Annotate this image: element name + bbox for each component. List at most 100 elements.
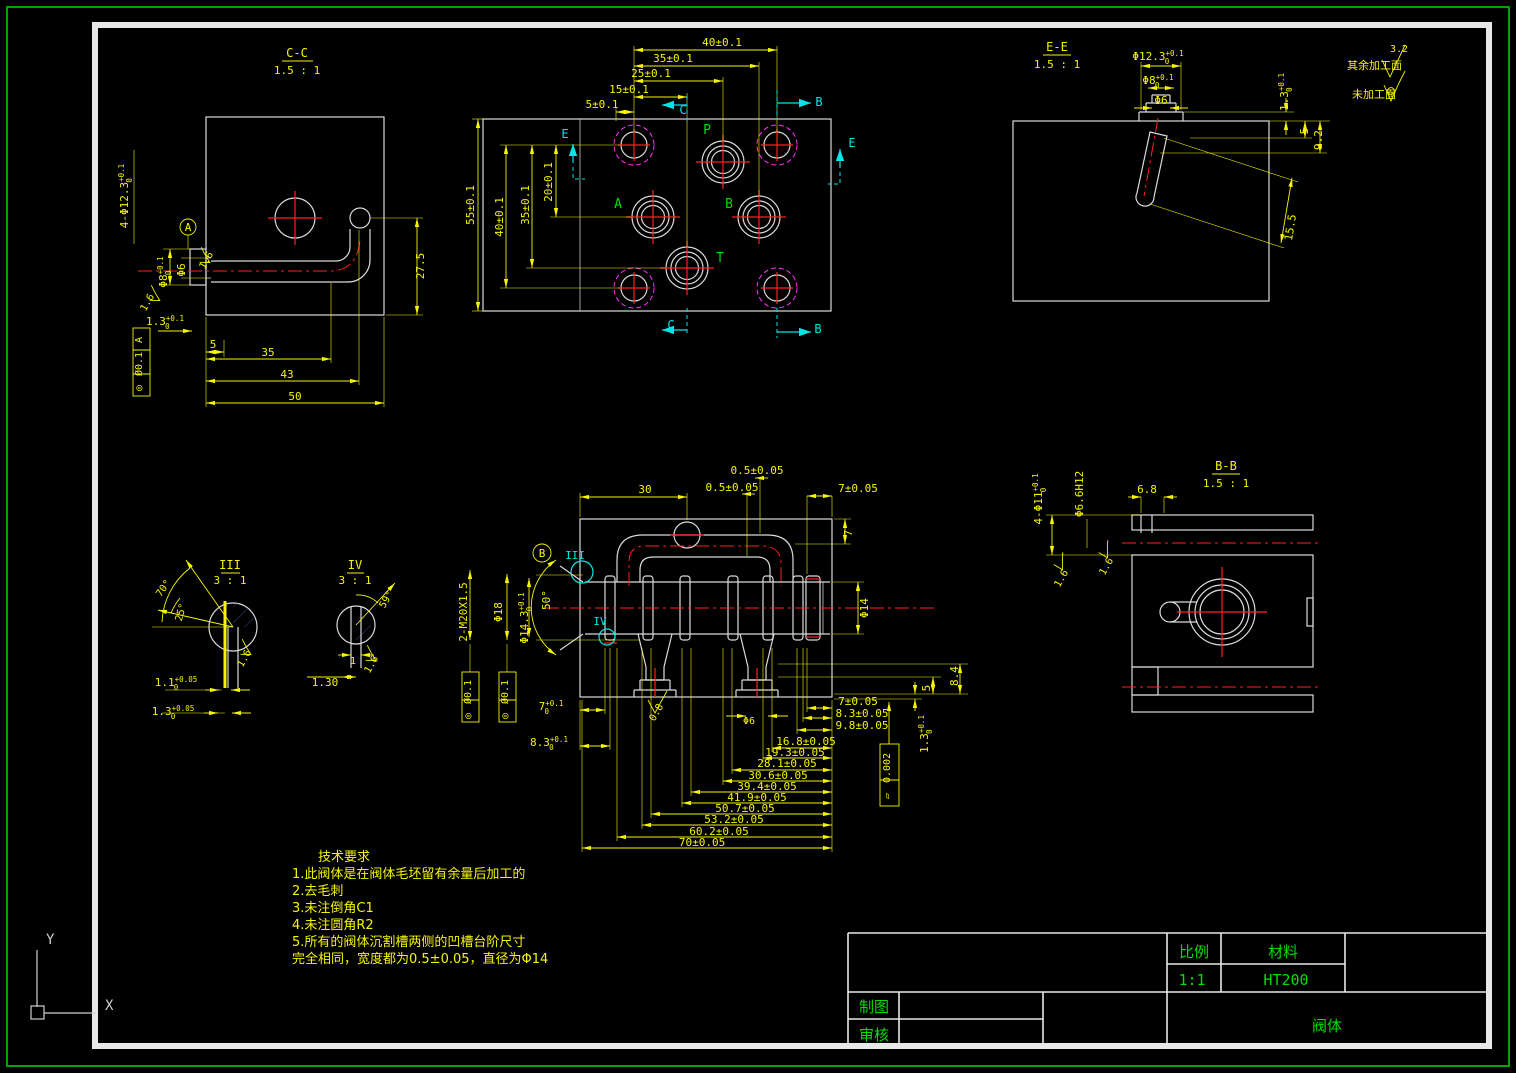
material-value: HT200 <box>1263 971 1308 989</box>
dim-label: 0.5±0.05 <box>706 481 759 494</box>
dim-label: ◎ <box>463 713 474 719</box>
dim-label: ◎ <box>500 713 511 719</box>
tech-requirement-line: 3.未注倒角C1 <box>292 901 374 916</box>
port-p-label: P <box>703 123 711 138</box>
tech-requirement-line: 2.去毛刺 <box>292 884 344 899</box>
dim-label: 40±0.1 <box>493 197 506 237</box>
port-b <box>732 190 786 244</box>
ucs-icon: Y X <box>30 932 114 1020</box>
tech-req-lines: 1.此阀体是在阀体毛坯留有余量后加工的 2.去毛刺 3.未注倒角C1 4.未注圆角R2… <box>292 866 592 968</box>
dim-label: 70° <box>154 578 173 599</box>
port-a <box>626 190 680 244</box>
dim-label: 1.3+0.10 <box>1277 73 1294 111</box>
view-scale-bb: 1.5 : 1 <box>1203 477 1249 490</box>
dim-label: Φ6.6H12 <box>1073 471 1086 517</box>
detail-b-marker-label: B <box>539 547 546 560</box>
dim-label: Ø0.1 <box>133 352 145 376</box>
cad-drawing-canvas: .ob{stroke:#dadada;stroke-width:1.2;fill… <box>0 0 1516 1073</box>
dim-label: 5±0.1 <box>585 98 618 111</box>
scale-value: 1:1 <box>1178 971 1205 989</box>
drafter-label: 制图 <box>859 998 889 1016</box>
dim-label: 35±0.1 <box>653 52 693 65</box>
technical-requirements: 技术要求 1.此阀体是在阀体毛坯留有余量后加工的 2.去毛刺 3.未注倒角C1 4.未… <box>292 849 592 968</box>
view-title-iii: III <box>219 558 241 572</box>
ucs-y-label: Y <box>46 932 55 948</box>
dim-label: Φ8+0.10 <box>1142 73 1173 90</box>
section-b-label: B <box>814 322 821 336</box>
dim-label: 8.4 <box>948 666 961 686</box>
dim-label: Φ12.3+0.1 0 <box>1132 49 1183 66</box>
section-c-label: C <box>667 318 674 332</box>
dim-label: 5 <box>1298 128 1311 135</box>
section-c-label: C <box>679 103 686 117</box>
dim-label: Φ14 <box>858 598 871 618</box>
dim-label: 7+0.1 0 <box>539 699 564 716</box>
dim-label: Ø0.1 <box>499 680 511 704</box>
dim-label: 55±0.1 <box>464 185 477 225</box>
title-block: 比例 材料 1:1 HT200 制图 审核 阀体 <box>847 932 1488 1047</box>
dim-label: 35 <box>261 346 274 359</box>
paper-border <box>6 6 1510 1067</box>
dim-label: 0.8 <box>648 702 667 723</box>
dim-label: 43 <box>280 368 293 381</box>
drawing-sheet: .ob{stroke:#dadada;stroke-width:1.2;fill… <box>6 6 1510 1067</box>
port-b-label: B <box>725 197 733 212</box>
tech-requirement-line: 5.所有的阀体沉割槽两侧的凹槽台阶尺寸 <box>292 935 526 950</box>
scale-label: 比例 <box>1179 943 1209 961</box>
dim-label: 9.8±0.05 <box>836 719 889 732</box>
dim-label: 5 <box>920 685 933 692</box>
dim-label: 20±0.1 <box>542 162 555 202</box>
bottom-port-1 <box>633 633 677 697</box>
dim-label: 6.8 <box>1137 483 1157 496</box>
dim-label: 1.3+0.10 <box>146 314 184 331</box>
section-e-label: E <box>848 136 855 150</box>
dim-label: Φ6 <box>743 716 755 727</box>
tech-requirement-line: 4.未注圆角R2 <box>292 918 374 933</box>
dim-label: 4-Φ11+0.10 <box>1031 473 1048 524</box>
dim-label: 1.3+0.05 0 <box>152 704 194 721</box>
dim-label: Φ6 <box>175 263 188 276</box>
dim-label: 35±0.1 <box>519 185 532 225</box>
dim-label: 1 <box>350 656 356 667</box>
view-title-iv: IV <box>348 558 362 572</box>
dim-label: 1.30 <box>312 676 339 689</box>
dim-label: Φ18 <box>492 602 505 622</box>
dim-label: 59° <box>378 589 397 610</box>
dim-label: 70±0.05 <box>679 836 725 849</box>
part-name: 阀体 <box>1312 1017 1342 1035</box>
port-t-label: T <box>716 251 724 266</box>
material-label: 材料 <box>1268 943 1298 961</box>
dim-label: 1.1+0.05 0 <box>155 675 197 692</box>
dim-label: 1.6 <box>1098 556 1117 577</box>
port-a-label: A <box>614 197 622 212</box>
dim-label: 9.2 <box>1312 130 1325 150</box>
tech-requirement-line: 完全相同，宽度都为0.5±0.05，直径为Φ14 <box>292 952 549 967</box>
dim-label: 8.3+0.1 0 <box>530 735 568 752</box>
dim-label: A <box>134 337 145 343</box>
dim-label: 27.5 <box>414 253 427 280</box>
dim-label: 4-Φ12.3+0.10 <box>117 164 134 228</box>
dim-label: 15.5 <box>1282 213 1299 241</box>
view-bb <box>1046 473 1322 713</box>
dim-label: 15±0.1 <box>609 83 649 96</box>
section-e-label: E <box>561 127 568 141</box>
dim-label: 40±0.1 <box>702 36 742 49</box>
dim-label: Ø0.1 <box>462 680 474 704</box>
dim-label: 1.6 <box>1053 568 1072 589</box>
view-title-cc: C-C <box>286 46 308 60</box>
dim-label: ▱ <box>882 793 893 799</box>
view-scale-ee: 1.5 : 1 <box>1034 58 1080 71</box>
dim-label: ◎ <box>134 385 145 391</box>
dim-label: 0.002 <box>882 753 893 783</box>
dim-label: 5 <box>210 338 217 351</box>
detail-iii-marker-label: III <box>565 549 585 562</box>
dim-label: 7 <box>842 530 855 537</box>
port-t <box>660 241 714 295</box>
dim-label: Φ6 <box>1154 94 1167 107</box>
view-scale-iii: 3 : 1 <box>213 574 246 587</box>
dim-label: 50 <box>288 390 301 403</box>
view-scale-iv: 3 : 1 <box>338 574 371 587</box>
checker-label: 审核 <box>859 1026 889 1044</box>
roughness-value: 3.2 <box>1390 44 1408 55</box>
section-b-label: B <box>815 95 822 109</box>
